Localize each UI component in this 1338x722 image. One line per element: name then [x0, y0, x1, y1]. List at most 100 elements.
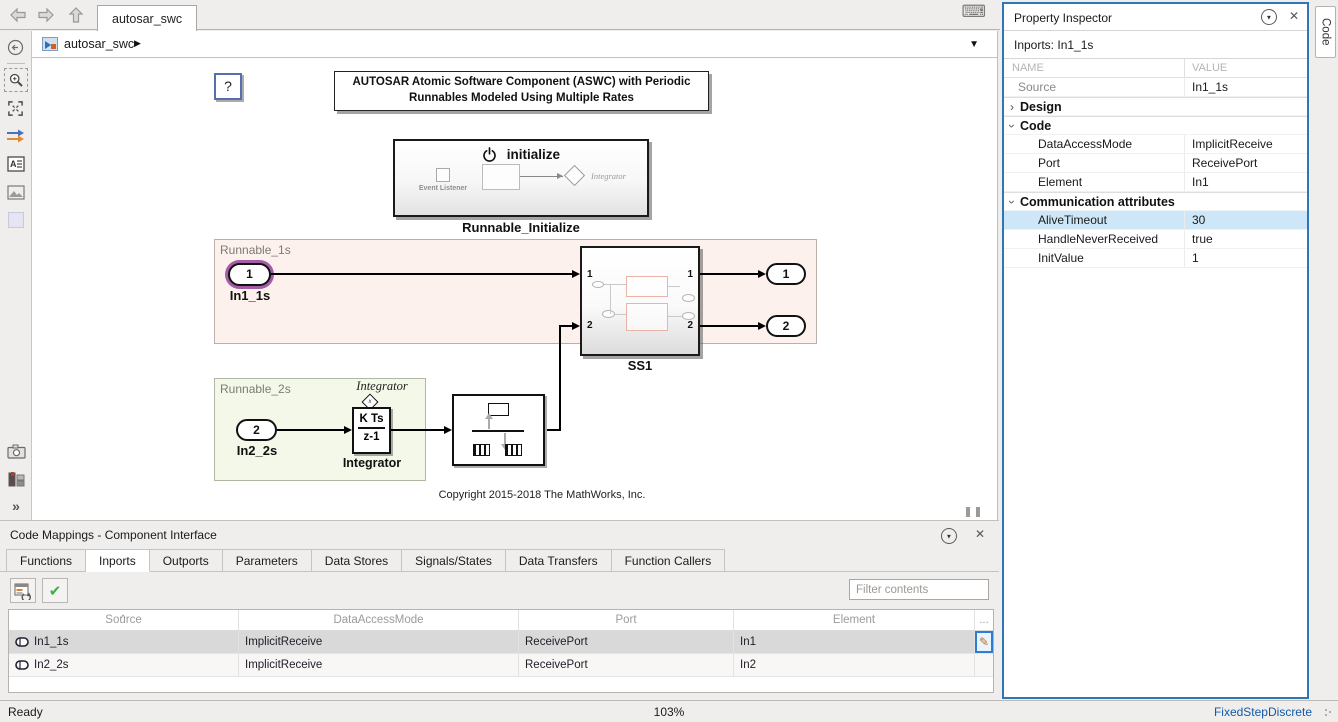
inport-icon	[15, 660, 29, 670]
back-button[interactable]	[6, 4, 30, 26]
group-design[interactable]: › Design	[1004, 97, 1307, 116]
power-icon	[482, 147, 497, 162]
mini-line	[615, 314, 626, 315]
viewmark-button[interactable]	[8, 212, 24, 228]
fit-view-icon	[7, 100, 24, 117]
sidebar-divider	[7, 63, 25, 64]
zoom-tool-button[interactable]	[4, 68, 28, 92]
tab-inports[interactable]: Inports	[86, 549, 150, 572]
keyboard-shortcuts-icon[interactable]: ⌨	[961, 2, 986, 22]
solver-link[interactable]: FixedStepDiscrete	[1214, 705, 1312, 719]
close-icon[interactable]: ✕	[975, 527, 985, 541]
signal-line[interactable]	[559, 325, 561, 431]
outport-1[interactable]: 1	[766, 263, 806, 285]
signal-routing-button[interactable]	[4, 124, 28, 148]
integrator-block[interactable]: K Ts z-1	[352, 407, 391, 454]
signal-line[interactable]	[277, 429, 350, 431]
tab-data-stores[interactable]: Data Stores	[312, 549, 402, 572]
property-row: Port ReceivePort	[1004, 154, 1307, 173]
selected-object-label: Inports: In1_1s	[1004, 31, 1307, 59]
arrowhead	[572, 270, 580, 278]
ss1-subsystem-block[interactable]: 1 2 1 2	[580, 246, 700, 356]
signal-line[interactable]	[391, 429, 450, 431]
arrowhead	[444, 426, 452, 434]
property-row: HandleNeverReceived true	[1004, 230, 1307, 249]
image-icon	[7, 185, 25, 200]
tab-outports[interactable]: Outports	[150, 549, 223, 572]
chevron-down-icon: ›	[1005, 118, 1019, 134]
signal-line[interactable]	[700, 273, 760, 275]
inport-in2-2s[interactable]: 2	[236, 419, 277, 441]
image-annotation-button[interactable]	[4, 180, 28, 204]
annotation-tool-button[interactable]: A	[4, 152, 28, 176]
tabline	[0, 571, 999, 572]
mini-block	[626, 276, 668, 297]
inport-in1-1s[interactable]: 1	[228, 263, 271, 286]
property-row: Source In1_1s	[1004, 78, 1307, 97]
mini-line	[668, 286, 680, 287]
column-dataaccessmode[interactable]: DataAccessMode	[239, 610, 519, 630]
column-source[interactable]: ^Source	[9, 610, 239, 630]
add-panel-button[interactable]	[4, 467, 28, 491]
canvas-resize-grip[interactable]	[966, 499, 992, 511]
close-icon[interactable]: ✕	[1289, 9, 1299, 23]
forward-button[interactable]	[34, 4, 58, 26]
signal-line[interactable]	[271, 273, 574, 275]
code-side-tab[interactable]: Code	[1315, 6, 1336, 58]
table-row[interactable]: In1_1s ImplicitReceive ReceivePort In1 ✎	[9, 631, 993, 654]
group-communication-attributes[interactable]: › Communication attributes	[1004, 192, 1307, 211]
fraction-bar	[358, 427, 385, 429]
integrator-annotation[interactable]: Integrator	[337, 379, 427, 394]
tab-function-callers[interactable]: Function Callers	[612, 549, 726, 572]
init-subsystem-block	[482, 164, 520, 190]
screenshot-button[interactable]	[4, 439, 28, 463]
tab-signals-states[interactable]: Signals/States	[402, 549, 506, 572]
hide-browser-button[interactable]	[4, 35, 28, 59]
model-canvas[interactable]: autosar_swc ▶ ▼ ? AUTOSAR Atomic Softwar…	[32, 31, 998, 520]
status-grip	[1324, 708, 1332, 717]
table-row[interactable]: In2_2s ImplicitReceive ReceivePort In2	[9, 654, 993, 677]
column-port[interactable]: Port	[519, 610, 734, 630]
arrowhead	[572, 322, 580, 330]
mini-block	[626, 303, 668, 331]
breadcrumb-dropdown-icon[interactable]: ▼	[969, 39, 979, 50]
event-listener-label: Event Listener	[403, 185, 483, 192]
signal-line[interactable]	[700, 325, 760, 327]
breadcrumb[interactable]: autosar_swc	[64, 37, 134, 51]
tab-parameters[interactable]: Parameters	[223, 549, 312, 572]
runnable-initialize-block[interactable]: initialize Event Listener Integrator	[393, 139, 649, 217]
code-mappings-panel: Code Mappings - Component Interface ▼ ✕ …	[0, 520, 999, 700]
tab-data-transfers[interactable]: Data Transfers	[506, 549, 612, 572]
column-more[interactable]: ...	[975, 610, 993, 630]
integrator-annotation: Integrator	[591, 171, 626, 181]
validate-button[interactable]: ✔	[42, 578, 68, 603]
panel-icon	[8, 471, 25, 488]
help-block[interactable]: ?	[214, 73, 242, 100]
column-element[interactable]: Element	[734, 610, 975, 630]
arrowhead	[557, 173, 563, 179]
table-header-row: ^Source DataAccessMode Port Element ...	[9, 610, 993, 631]
runnable-1s-label: Runnable_1s	[220, 243, 291, 257]
rate-transition-block[interactable]	[452, 394, 545, 466]
runnable-1s-area[interactable]: Runnable_1s	[214, 239, 817, 344]
model-badge-icon	[42, 37, 58, 51]
up-to-parent-button[interactable]	[64, 4, 88, 26]
breadcrumb-arrow-icon[interactable]: ▶	[134, 38, 141, 49]
title-annotation[interactable]: AUTOSAR Atomic Software Component (ASWC)…	[334, 71, 709, 111]
integrator-label: Integrator	[312, 456, 432, 470]
diagram-area[interactable]: ? AUTOSAR Atomic Software Component (ASW…	[32, 59, 998, 520]
tab-functions[interactable]: Functions	[6, 549, 86, 572]
panel-minimize-icon[interactable]: ▼	[1261, 9, 1277, 25]
inports-table: ^Source DataAccessMode Port Element ... …	[8, 609, 994, 693]
panel-minimize-icon[interactable]: ▼	[941, 528, 957, 544]
outport-2[interactable]: 2	[766, 315, 806, 337]
arrowhead	[344, 426, 352, 434]
fit-to-view-button[interactable]	[4, 96, 28, 120]
sort-asc-icon: ^	[121, 608, 125, 628]
group-code[interactable]: › Code	[1004, 116, 1307, 135]
expand-toolbar-button[interactable]: »	[0, 498, 32, 514]
model-tab[interactable]: autosar_swc	[97, 5, 197, 31]
filter-input[interactable]	[849, 579, 989, 600]
edit-button[interactable]: ✎	[975, 631, 993, 653]
update-code-mappings-button[interactable]	[10, 578, 36, 603]
